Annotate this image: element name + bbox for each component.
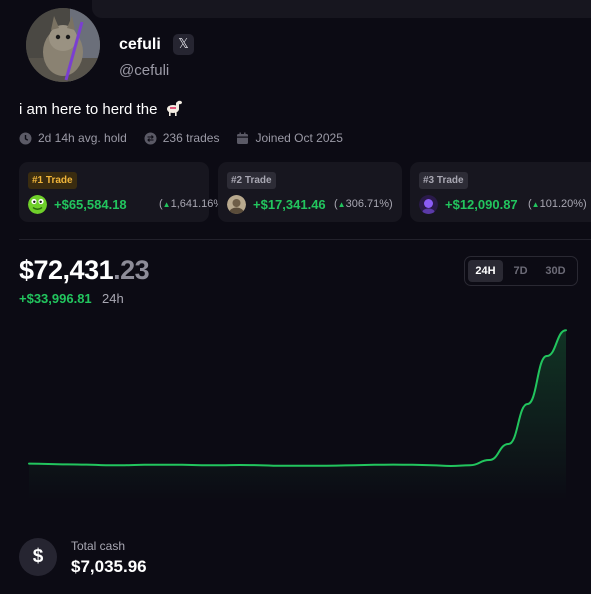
- total-cash-value: $7,035.96: [71, 557, 147, 576]
- trade-rank-badge: #1 Trade: [28, 172, 77, 189]
- trade-percent-value: 101.20%: [539, 198, 584, 210]
- chart-series-line: [28, 329, 567, 467]
- trade-percent-value: 1,641.16%: [170, 198, 224, 210]
- tab-7d[interactable]: 7D: [503, 260, 538, 282]
- x-icon[interactable]: 𝕏: [173, 34, 194, 55]
- profile-bio: i am here to herd the: [19, 100, 183, 118]
- up-arrow-icon: ▲: [531, 200, 540, 209]
- trade-profit: +$12,090.87: [445, 197, 518, 212]
- top-trade-card-3[interactable]: #3 Trade +$12,090.87 (▲101.20%): [410, 162, 591, 222]
- profile-name: cefuli: [119, 36, 161, 53]
- up-arrow-icon: ▲: [337, 200, 346, 209]
- trade-rank-badge: #3 Trade: [419, 172, 468, 189]
- trade-percent: (▲1,641.16%): [159, 198, 227, 210]
- header-strip: [92, 0, 591, 18]
- trade-percent-value: 306.71%: [345, 198, 390, 210]
- section-divider: [19, 239, 591, 240]
- top-trade-card-1[interactable]: #1 Trade +$65,584.18 (▲1,641.16%): [19, 162, 227, 222]
- profile-avatar[interactable]: [26, 8, 100, 82]
- portfolio-line-chart[interactable]: [0, 300, 591, 520]
- dollar-icon: $: [19, 538, 57, 576]
- trade-percent: (▲101.20%): [528, 198, 587, 210]
- total-cash-label: Total cash: [71, 539, 126, 553]
- joined-text: Joined Oct 2025: [255, 131, 343, 145]
- trade-percent: (▲306.71%): [334, 198, 393, 210]
- top-trade-card-2[interactable]: #2 Trade +$17,341.46 (▲306.71%): [218, 162, 402, 222]
- chart-area-fill: [29, 330, 566, 500]
- profile-handle: @cefuli: [119, 62, 170, 79]
- tab-24h[interactable]: 24H: [468, 260, 503, 282]
- trades-text: 236 trades: [162, 131, 220, 145]
- balance-dollars: $72,431: [19, 255, 114, 285]
- green-frog-token-icon: [28, 195, 47, 214]
- avg-hold-stat: 2d 14h avg. hold: [19, 131, 127, 145]
- cat-avatar-image: [26, 8, 100, 82]
- avg-hold-text: 2d 14h avg. hold: [38, 131, 127, 145]
- purple-token-icon: [419, 195, 438, 214]
- trade-rank-badge: #2 Trade: [227, 172, 276, 189]
- balance-cents: .23: [113, 255, 150, 285]
- portrait-token-icon: [227, 195, 246, 214]
- portfolio-balance: $72,431.23: [19, 255, 150, 286]
- joined-stat: Joined Oct 2025: [236, 131, 343, 145]
- exchange-icon: [144, 132, 157, 144]
- trade-profit: +$17,341.46: [253, 197, 326, 212]
- bio-text: i am here to herd the: [19, 101, 158, 118]
- time-range-selector: 24H 7D 30D: [464, 256, 578, 286]
- trade-profit: +$65,584.18: [54, 197, 127, 212]
- tab-30d[interactable]: 30D: [538, 260, 573, 282]
- clock-icon: [19, 132, 32, 144]
- up-arrow-icon: ▲: [162, 200, 171, 209]
- calendar-icon: [237, 132, 249, 144]
- trades-stat: 236 trades: [144, 131, 220, 145]
- profile-stats: 2d 14h avg. hold 236 trades Joined Oct 2…: [19, 131, 360, 145]
- llama-icon: [166, 100, 182, 116]
